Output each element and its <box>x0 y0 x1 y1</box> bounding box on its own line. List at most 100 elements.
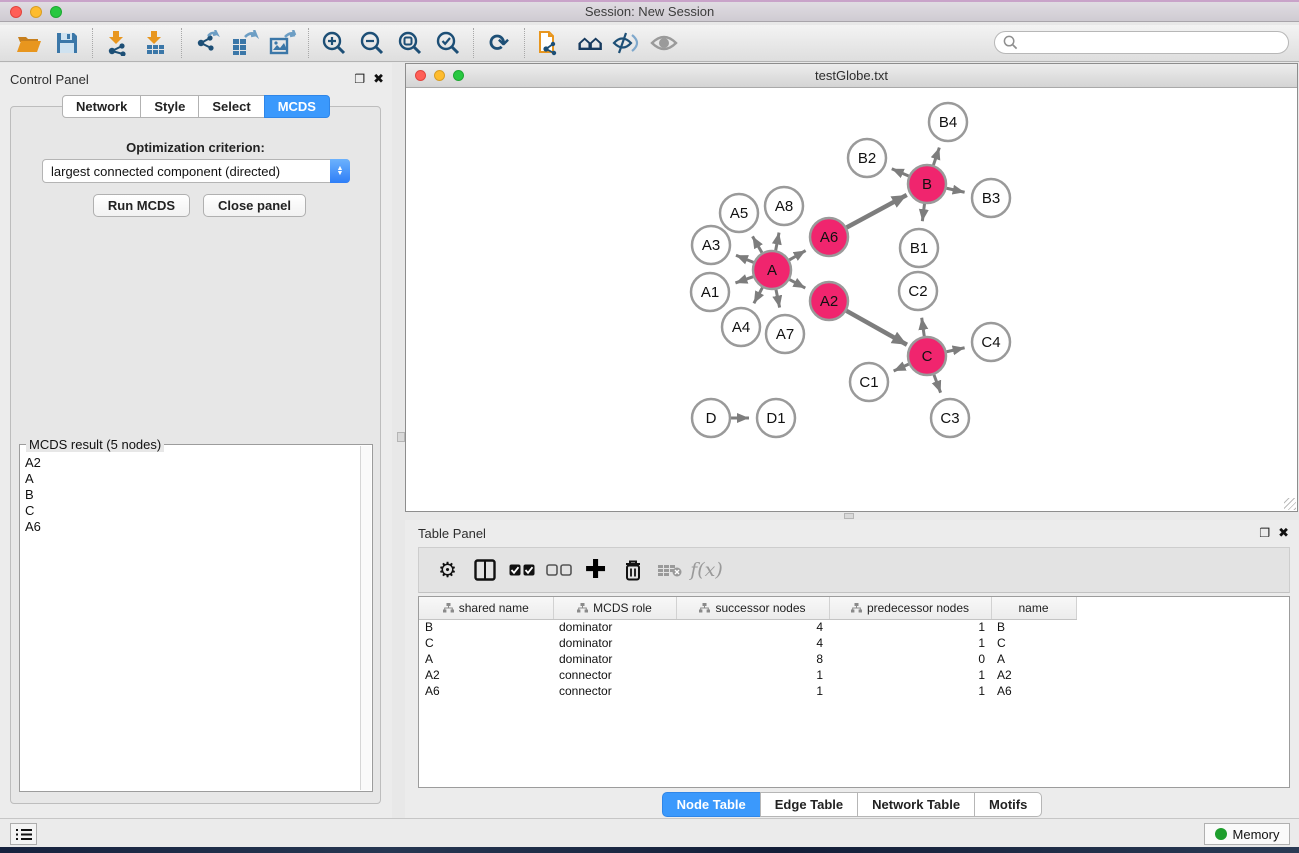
add-column-button[interactable]: ✚ <box>577 552 614 588</box>
col-predecessor-nodes[interactable]: predecessor nodes <box>829 597 991 619</box>
optimization-criterion-dropdown[interactable]: largest connected component (directed) ▲… <box>42 159 350 183</box>
tab-motifs[interactable]: Motifs <box>974 792 1042 817</box>
clone-network-button[interactable] <box>531 27 569 59</box>
graph-edge[interactable] <box>736 255 754 262</box>
function-builder-button[interactable]: f(x) <box>688 552 725 588</box>
memory-button[interactable]: Memory <box>1204 823 1290 845</box>
delete-column-button[interactable] <box>614 552 651 588</box>
tab-node-table[interactable]: Node Table <box>662 792 761 817</box>
maximize-window-button[interactable] <box>50 6 62 18</box>
close-network-button[interactable] <box>415 70 426 81</box>
trash-icon <box>623 558 643 582</box>
column-settings-button[interactable]: ⚙ <box>429 552 466 588</box>
network-canvas[interactable]: B4B2BB3A5A8A6A3B1AA1C2A2A4A7C4CC1C3DD1 <box>406 88 1297 511</box>
close-panel-button[interactable]: Close panel <box>203 194 306 217</box>
hide-details-button[interactable] <box>607 27 645 59</box>
window-resize-grip[interactable] <box>1284 498 1296 510</box>
close-panel-icon[interactable]: ✖ <box>373 71 384 87</box>
graph-edge[interactable] <box>846 311 907 345</box>
table-row[interactable]: A6connector11A6 <box>419 683 1289 699</box>
clone-network-icon <box>537 29 563 57</box>
tab-select[interactable]: Select <box>198 95 264 118</box>
save-session-button[interactable] <box>48 27 86 59</box>
result-scrollbar[interactable] <box>360 446 371 790</box>
graph-edge[interactable] <box>947 188 965 192</box>
result-item[interactable]: A <box>25 471 356 487</box>
checked-boxes-icon <box>509 564 535 576</box>
minimize-window-button[interactable] <box>30 6 42 18</box>
col-name[interactable]: name <box>991 597 1076 619</box>
search-field[interactable] <box>994 31 1289 54</box>
zoom-selected-button[interactable] <box>429 27 467 59</box>
zoom-fit-button[interactable] <box>391 27 429 59</box>
graph-edge[interactable] <box>847 195 907 228</box>
table-row[interactable]: Cdominator41C <box>419 635 1289 651</box>
result-item[interactable]: B <box>25 487 356 503</box>
col-shared-name[interactable]: shared name <box>419 597 553 619</box>
float-panel-icon[interactable]: ❐ <box>354 72 365 86</box>
node-table[interactable]: shared name MCDS role successor nodes pr… <box>418 596 1290 788</box>
graph-edge[interactable] <box>894 364 909 371</box>
result-item[interactable]: C <box>25 503 356 519</box>
app-title: Session: New Session <box>585 4 714 19</box>
import-table-button[interactable] <box>137 27 175 59</box>
export-table-button[interactable] <box>226 27 264 59</box>
graph-edge[interactable] <box>922 318 925 336</box>
tab-network[interactable]: Network <box>62 95 141 118</box>
graph-edge[interactable] <box>934 375 941 393</box>
graph-node-label: C <box>922 348 933 365</box>
graph-node-label: A5 <box>730 205 748 222</box>
tab-network-table[interactable]: Network Table <box>857 792 975 817</box>
graph-node-label: A8 <box>775 198 793 215</box>
task-history-button[interactable] <box>10 823 37 845</box>
graph-edge[interactable] <box>922 204 924 221</box>
horizontal-splitter-handle[interactable] <box>844 513 854 519</box>
tab-mcds[interactable]: MCDS <box>264 95 330 118</box>
close-table-panel-icon[interactable]: ✖ <box>1278 525 1289 541</box>
graph-edge[interactable] <box>892 169 909 176</box>
table-row[interactable]: A2connector11A2 <box>419 667 1289 683</box>
graph-edge[interactable] <box>754 288 763 304</box>
home-icon: ⌂⌂ <box>577 33 599 54</box>
float-table-panel-icon[interactable]: ❐ <box>1259 526 1270 540</box>
export-network-button[interactable] <box>188 27 226 59</box>
search-icon <box>1003 35 1018 50</box>
result-item[interactable]: A6 <box>25 519 356 535</box>
graph-edge[interactable] <box>789 251 805 260</box>
graph-edge[interactable] <box>735 277 753 283</box>
deselect-all-columns-button[interactable] <box>540 552 577 588</box>
zoom-in-button[interactable] <box>315 27 353 59</box>
graph-edge[interactable] <box>933 148 939 165</box>
export-image-button[interactable] <box>264 27 302 59</box>
select-all-columns-button[interactable] <box>503 552 540 588</box>
delete-table-button[interactable] <box>651 552 688 588</box>
vertical-splitter-handle[interactable] <box>397 432 405 442</box>
graph-node-label: B3 <box>982 190 1000 207</box>
zoom-out-button[interactable] <box>353 27 391 59</box>
result-item[interactable]: A2 <box>25 455 356 471</box>
graph-edge[interactable] <box>947 348 965 352</box>
minimize-network-button[interactable] <box>434 70 445 81</box>
network-window-titlebar[interactable]: testGlobe.txt <box>406 64 1297 88</box>
maximize-network-button[interactable] <box>453 70 464 81</box>
home-button[interactable]: ⌂⌂ <box>569 27 607 59</box>
col-mcds-role[interactable]: MCDS role <box>553 597 676 619</box>
open-file-button[interactable] <box>10 27 48 59</box>
col-successor-nodes[interactable]: successor nodes <box>676 597 829 619</box>
close-window-button[interactable] <box>10 6 22 18</box>
tab-style[interactable]: Style <box>140 95 199 118</box>
graph-edge[interactable] <box>776 290 780 308</box>
table-row[interactable]: Bdominator41B <box>419 619 1289 635</box>
run-mcds-button[interactable]: Run MCDS <box>93 194 190 217</box>
network-graph[interactable]: B4B2BB3A5A8A6A3B1AA1C2A2A4A7C4CC1C3DD1 <box>406 88 1297 511</box>
import-network-button[interactable] <box>99 27 137 59</box>
table-row[interactable]: Adominator80A <box>419 651 1289 667</box>
graph-edge[interactable] <box>776 233 779 251</box>
graph-edge[interactable] <box>790 280 806 289</box>
graph-edge[interactable] <box>753 236 762 252</box>
refresh-button[interactable]: ⟳ <box>480 27 518 59</box>
show-details-button[interactable] <box>645 27 683 59</box>
mcds-result-list[interactable]: A2 A B C A6 <box>21 446 360 790</box>
tab-edge-table[interactable]: Edge Table <box>760 792 858 817</box>
split-view-button[interactable] <box>466 552 503 588</box>
